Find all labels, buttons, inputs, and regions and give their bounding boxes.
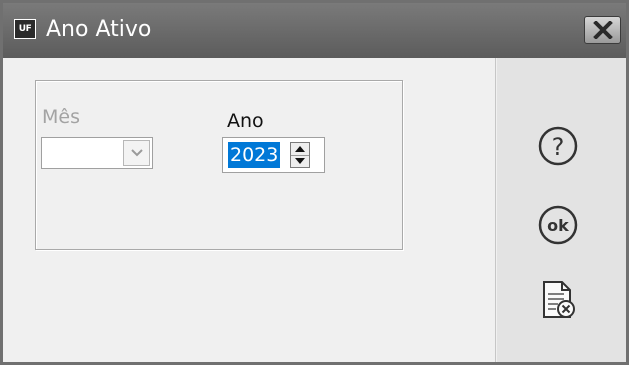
help-button[interactable]: ?: [536, 124, 580, 168]
year-value[interactable]: 2023: [228, 142, 281, 168]
dialog-content: Mês Ano 2023: [3, 58, 496, 362]
help-text: ?: [552, 133, 565, 161]
title-bar[interactable]: UF Ano Ativo: [3, 3, 626, 58]
chevron-down-icon: [130, 149, 143, 157]
help-icon: ?: [538, 126, 578, 166]
close-icon: [592, 21, 613, 39]
year-spinbox[interactable]: 2023: [222, 137, 325, 173]
year-label: Ano: [227, 110, 264, 132]
close-button[interactable]: [584, 16, 621, 44]
ok-icon: ok: [538, 205, 578, 245]
dialog-window: UF Ano Ativo Mês Ano 2023 ? ok: [0, 0, 629, 365]
window-title: Ano Ativo: [46, 17, 152, 42]
ok-text: ok: [547, 216, 569, 235]
ok-button[interactable]: ok: [536, 203, 580, 247]
cancel-document-button[interactable]: [536, 278, 580, 322]
arrow-down-icon: [295, 158, 305, 164]
year-spin-buttons: [290, 142, 310, 168]
action-panel: ? ok: [497, 58, 626, 362]
year-decrement-button[interactable]: [291, 155, 309, 167]
month-combobox[interactable]: [41, 137, 153, 169]
arrow-up-icon: [295, 146, 305, 152]
cancel-document-icon: [543, 281, 575, 318]
app-icon: UF: [14, 19, 36, 39]
month-label: Mês: [42, 106, 80, 128]
month-dropdown-button[interactable]: [123, 140, 150, 166]
